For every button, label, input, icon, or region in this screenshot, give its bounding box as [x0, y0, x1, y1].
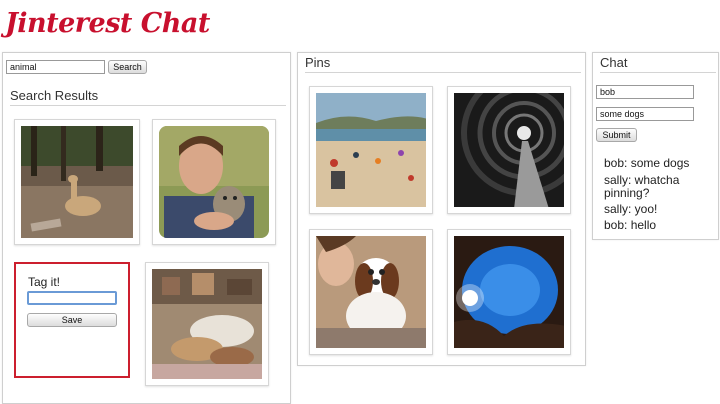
search-results-title: Search Results — [10, 88, 286, 106]
pins-title: Pins — [305, 55, 581, 73]
pin-puppy-photo[interactable] — [309, 229, 433, 355]
pin-beach-photo[interactable] — [309, 86, 433, 214]
beach-image — [316, 93, 426, 207]
tag-dialog-title: Tag it! — [28, 275, 61, 289]
pin-sky-cave-photo[interactable] — [447, 229, 571, 355]
pin-tunnel-photo[interactable] — [447, 86, 571, 214]
result-llama-photo[interactable] — [14, 119, 140, 245]
search-button[interactable]: Search — [108, 60, 147, 74]
chat-message: sally: yoo! — [604, 202, 658, 216]
tag-input[interactable] — [27, 291, 117, 305]
chat-name-input[interactable] — [596, 85, 694, 99]
tunnel-image — [454, 93, 564, 207]
result-cats-sleeping-photo[interactable] — [145, 262, 269, 386]
result-man-kitten-photo[interactable] — [152, 119, 276, 245]
search-input[interactable] — [6, 60, 105, 74]
chat-message: bob: some dogs — [604, 156, 690, 170]
puppy-image — [316, 236, 426, 348]
chat-message: bob: hello — [604, 218, 657, 232]
save-button[interactable]: Save — [27, 313, 117, 327]
llama-image — [21, 126, 133, 238]
man-kitten-image — [159, 126, 269, 238]
sky-cave-image — [454, 236, 564, 348]
chat-message-input[interactable] — [596, 107, 694, 121]
submit-button[interactable]: Submit — [596, 128, 637, 142]
app-logo: Jinterest Chat — [5, 8, 210, 39]
chat-title: Chat — [600, 55, 716, 73]
chat-message-continued: pinning? — [604, 186, 650, 200]
cats-sleeping-image — [152, 269, 262, 379]
